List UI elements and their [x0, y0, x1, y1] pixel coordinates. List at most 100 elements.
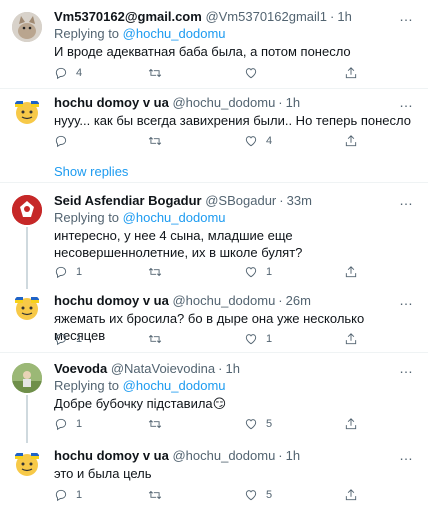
tweet[interactable]: hochu domoy v ua @hochu_dodomu · 1h … это …	[0, 443, 428, 516]
share-icon	[344, 66, 358, 80]
tweet[interactable]: Vm5370162@gmail.com @Vm5370162gmail1 · 1h …	[0, 0, 428, 95]
emblem-avatar-icon	[12, 195, 42, 225]
reply-button[interactable]: 1	[54, 417, 82, 431]
author-name[interactable]: Voevoda	[54, 361, 107, 376]
action-bar: 1 1	[54, 265, 424, 281]
share-button[interactable]	[344, 134, 358, 148]
heart-icon	[244, 332, 258, 346]
tweet-text: Добре бубочку підставила😏	[54, 396, 227, 411]
tweet[interactable]: Seid Asfendiar Bogadur @SBogadur · 33m … R…	[0, 183, 428, 288]
like-button[interactable]	[244, 66, 266, 80]
like-button[interactable]: 5	[244, 488, 272, 502]
show-replies-link[interactable]: Show replies	[54, 164, 128, 179]
timestamp[interactable]: 1h	[286, 95, 300, 110]
action-bar: 1 5	[54, 417, 424, 433]
avatar[interactable]	[12, 363, 42, 393]
like-count: 5	[266, 418, 273, 430]
retweet-icon	[148, 265, 162, 279]
like-button[interactable]: 4	[244, 134, 272, 148]
author-handle[interactable]: @hochu_dodomu	[172, 448, 275, 463]
reply-button[interactable]: 1	[54, 332, 82, 346]
timestamp[interactable]: 1h	[337, 9, 351, 24]
reply-count: 4	[76, 67, 83, 79]
author-handle[interactable]: @Vm5370162gmail1	[205, 9, 327, 24]
more-icon[interactable]: …	[399, 9, 414, 23]
more-icon[interactable]: …	[399, 95, 414, 109]
reply-icon	[54, 66, 68, 80]
more-icon[interactable]: …	[399, 193, 414, 207]
author-handle[interactable]: @hochu_dodomu	[172, 95, 275, 110]
separator-dot: ·	[330, 9, 335, 24]
reply-icon	[54, 332, 68, 346]
reply-button[interactable]: 4	[54, 66, 82, 80]
tweet[interactable]: hochu domoy v ua @hochu_dodomu · 26m … яже…	[0, 289, 428, 349]
mention-link[interactable]: @hochu_dodomu	[123, 378, 226, 393]
emoji-flag-avatar-icon	[15, 453, 39, 476]
photo-avatar-icon	[12, 363, 42, 393]
more-icon[interactable]: …	[399, 361, 414, 375]
action-bar: 1 5	[54, 488, 424, 504]
reply-count: 1	[76, 266, 83, 278]
separator-dot: ·	[278, 293, 283, 308]
thread-line	[26, 227, 28, 289]
cat-avatar-icon	[12, 12, 42, 42]
share-button[interactable]	[344, 66, 358, 80]
like-count: 1	[266, 333, 273, 345]
retweet-button[interactable]	[148, 265, 170, 279]
replying-label: Replying to	[54, 210, 120, 225]
reply-button[interactable]: 1	[54, 265, 82, 279]
timestamp[interactable]: 1h	[225, 361, 239, 376]
tweet-text: нууу... как бы всегда завихрения были.. …	[54, 113, 411, 128]
separator-dot: ·	[218, 361, 223, 376]
author-name[interactable]: hochu domoy v ua	[54, 95, 169, 110]
mention-link[interactable]: @hochu_dodomu	[123, 26, 226, 41]
timestamp[interactable]: 1h	[286, 448, 300, 463]
author-handle[interactable]: @NataVoievodina	[111, 361, 215, 376]
separator-dot: ·	[278, 95, 283, 110]
share-button[interactable]	[344, 332, 358, 346]
author-name[interactable]: hochu domoy v ua	[54, 293, 169, 308]
more-icon[interactable]: …	[399, 293, 414, 307]
heart-icon	[244, 66, 258, 80]
retweet-button[interactable]	[148, 417, 170, 431]
reply-icon	[54, 417, 68, 431]
share-icon	[344, 332, 358, 346]
avatar[interactable]	[12, 12, 42, 42]
share-icon	[344, 134, 358, 148]
like-button[interactable]: 1	[244, 332, 272, 346]
share-icon	[344, 265, 358, 279]
share-button[interactable]	[344, 265, 358, 279]
like-button[interactable]: 5	[244, 417, 272, 431]
retweet-button[interactable]	[148, 66, 170, 80]
avatar[interactable]	[12, 97, 42, 127]
author-handle[interactable]: @hochu_dodomu	[172, 293, 275, 308]
share-button[interactable]	[344, 417, 358, 431]
author-name[interactable]: Seid Asfendiar Bogadur	[54, 193, 202, 208]
tweet[interactable]: hochu domoy v ua @hochu_dodomu · 1h … нууу…	[0, 89, 428, 189]
tweet-text: И вроде адекватная баба была, а потом по…	[54, 44, 351, 59]
retweet-button[interactable]	[148, 134, 170, 148]
retweet-icon	[148, 417, 162, 431]
avatar[interactable]	[12, 293, 42, 323]
tweet-text: интересно, у нее 4 сына, младшие еще нес…	[54, 228, 303, 260]
share-button[interactable]	[344, 488, 358, 502]
tweet[interactable]: Voevoda @NataVoievodina · 1h … Replying to…	[0, 353, 428, 443]
retweet-icon	[148, 66, 162, 80]
avatar[interactable]	[12, 195, 42, 225]
mention-link[interactable]: @hochu_dodomu	[123, 210, 226, 225]
like-button[interactable]: 1	[244, 265, 272, 279]
more-icon[interactable]: …	[399, 448, 414, 462]
author-name[interactable]: Vm5370162@gmail.com	[54, 9, 202, 24]
emoji-flag-avatar-icon	[15, 297, 39, 320]
share-icon	[344, 488, 358, 502]
retweet-button[interactable]	[148, 488, 170, 502]
reply-button[interactable]: 1	[54, 488, 82, 502]
retweet-button[interactable]	[148, 332, 170, 346]
timestamp[interactable]: 26m	[286, 293, 311, 308]
timestamp[interactable]: 33m	[287, 193, 312, 208]
avatar[interactable]	[12, 449, 42, 479]
reply-button[interactable]	[54, 134, 76, 148]
action-bar: 4	[54, 66, 424, 82]
author-handle[interactable]: @SBogadur	[205, 193, 276, 208]
author-name[interactable]: hochu domoy v ua	[54, 448, 169, 463]
